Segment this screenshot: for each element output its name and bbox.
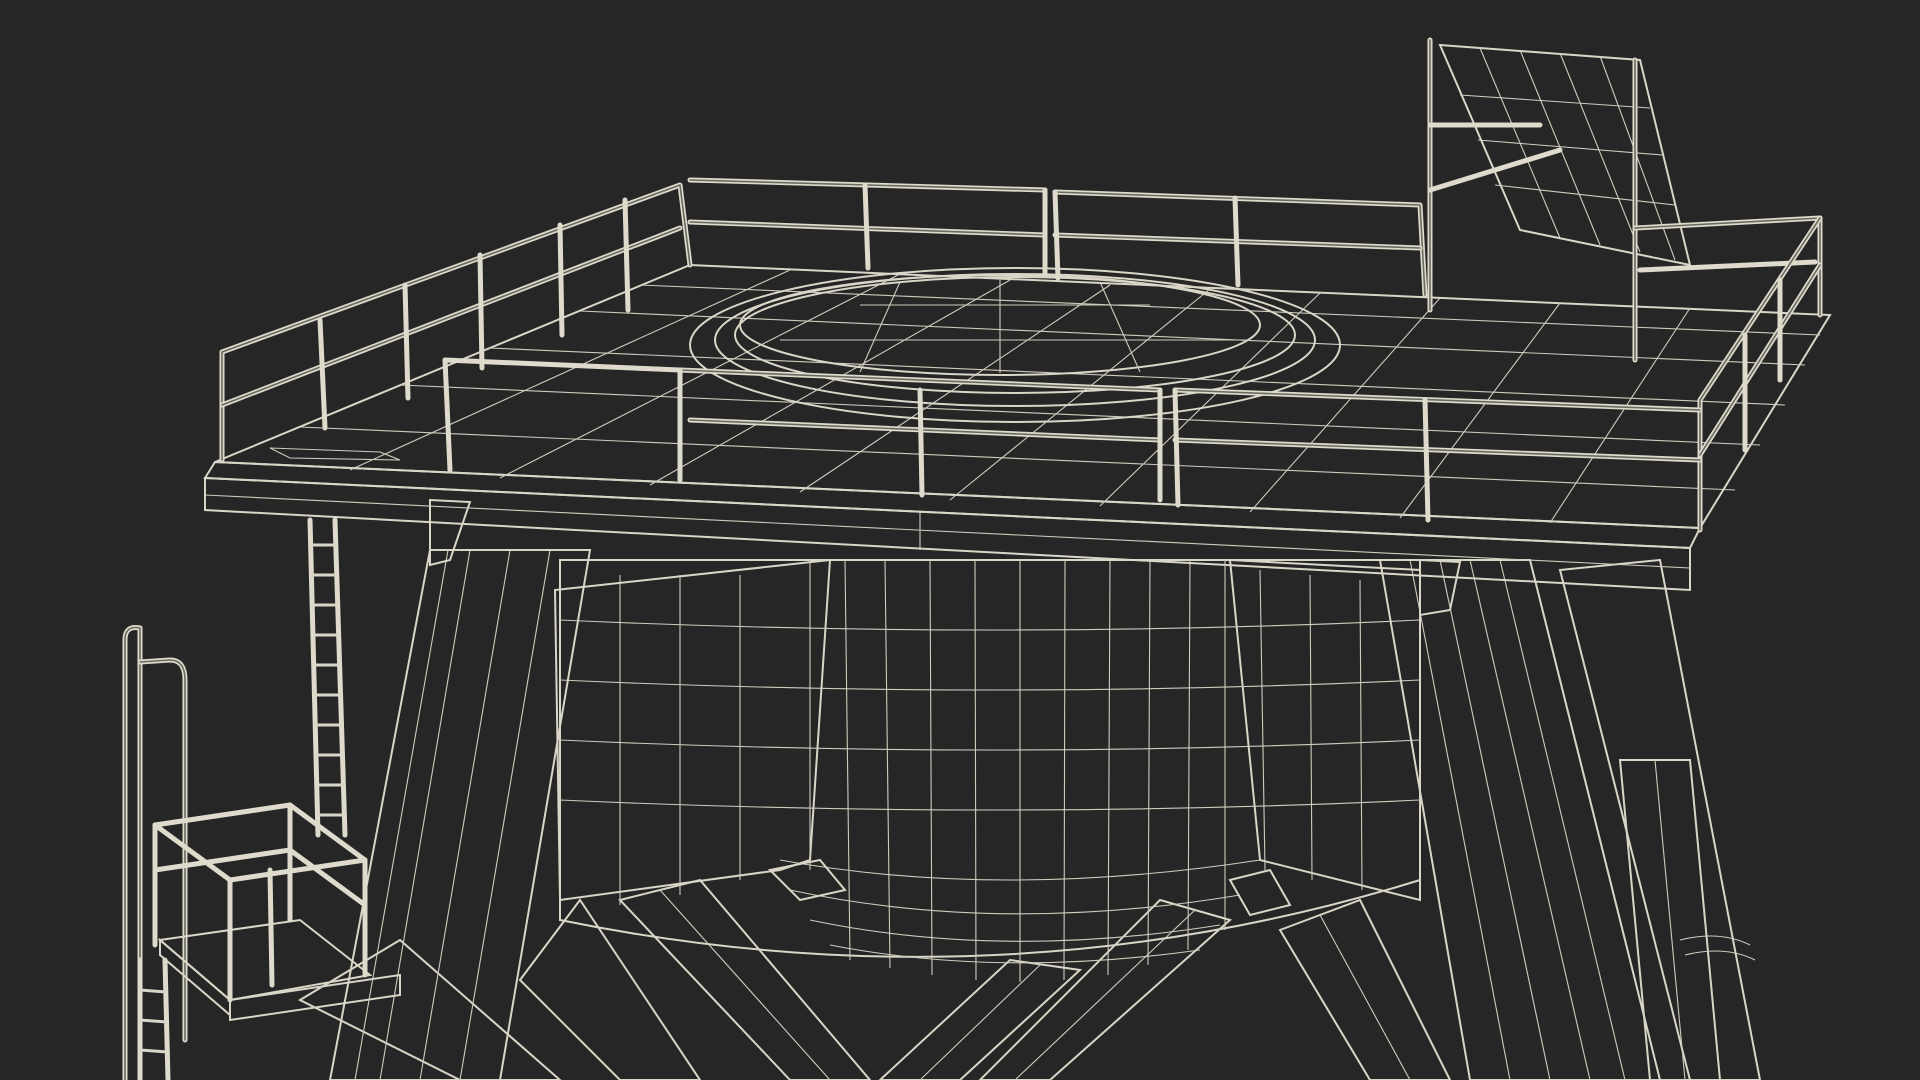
central-caisson [553,558,1421,982]
solar-panel [1427,37,1692,363]
deck-beam [203,460,1702,617]
platform-wireframe-render [122,37,1832,1080]
tower-leg-right [1378,559,1662,1080]
cross-braces [297,878,1452,1080]
access-stair [122,625,401,1080]
render-viewport [0,0,1920,1080]
tower-leg-right-back [1558,558,1762,1080]
ladder [307,517,348,838]
